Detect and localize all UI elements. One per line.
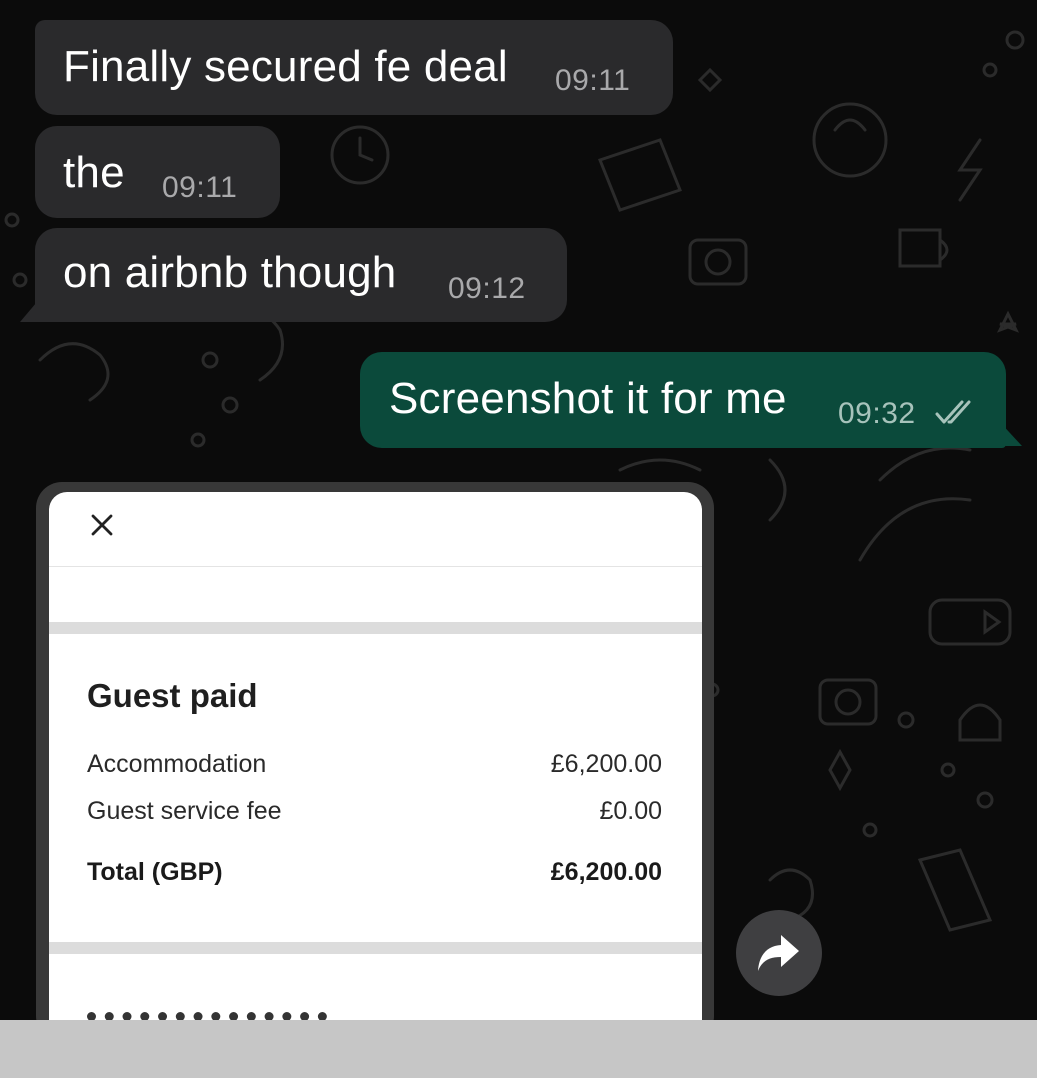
receipt-row-label: Accommodation (87, 750, 267, 778)
forward-button[interactable] (736, 910, 822, 996)
receipt-row-label: Guest service fee (87, 797, 282, 825)
incoming-message[interactable]: Finally secured fe deal 09:11 (35, 20, 673, 115)
section-separator (49, 622, 702, 634)
receipt-row-value: £6,200.00 (550, 750, 662, 778)
close-icon[interactable] (89, 512, 115, 538)
section-separator (49, 942, 702, 954)
incoming-message[interactable]: the 09:11 (35, 126, 280, 218)
incoming-message[interactable]: on airbnb though 09:12 (35, 228, 567, 322)
receipt-total-value: £6,200.00 (550, 858, 662, 886)
message-text: the (63, 148, 125, 197)
divider (49, 566, 702, 567)
receipt-screenshot[interactable]: Guest paid Accommodation £6,200.00 Guest… (49, 492, 702, 1020)
message-time: 09:12 (448, 272, 526, 305)
message-time: 09:11 (555, 64, 631, 97)
outgoing-message[interactable]: Screenshot it for me 09:32 (360, 352, 1006, 448)
bottom-bar (0, 1020, 1037, 1078)
receipt-total-label: Total (GBP) (87, 858, 223, 886)
receipt-heading: Guest paid (87, 677, 258, 714)
cropped-text-fragment (87, 1012, 327, 1020)
forward-arrow-icon (758, 935, 799, 971)
message-time: 09:32 (838, 397, 916, 430)
message-text: on airbnb though (63, 248, 397, 297)
double-check-icon (935, 400, 971, 424)
receipt-row-value: £0.00 (599, 797, 662, 825)
message-time: 09:11 (162, 171, 238, 204)
message-text: Finally secured fe deal (63, 42, 508, 91)
message-text: Screenshot it for me (389, 374, 787, 423)
chat-background: Finally secured fe deal 09:11 the 09:11 … (0, 0, 1037, 1020)
